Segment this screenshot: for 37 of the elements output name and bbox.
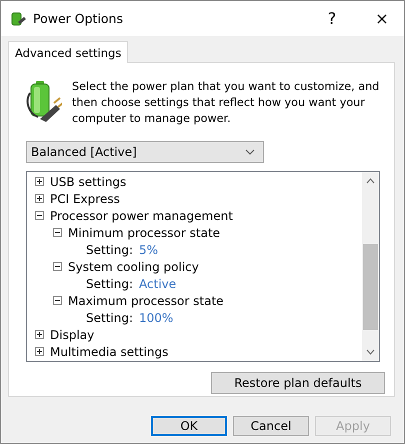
collapse-icon[interactable] xyxy=(53,262,62,271)
intro-text: Select the power plan that you want to customize, and then choose settings that reflect how you want your computer to manage power. xyxy=(72,79,380,127)
help-button[interactable]: ? xyxy=(310,4,354,34)
battery-plug-icon xyxy=(9,10,27,26)
scrollbar[interactable] xyxy=(362,172,379,361)
scroll-down-icon[interactable] xyxy=(366,349,375,355)
setting-value[interactable]: 5% xyxy=(139,242,158,256)
setting-label: Setting: xyxy=(86,310,134,324)
tab[interactable]: Advanced settings xyxy=(8,41,128,63)
expand-icon[interactable] xyxy=(35,347,44,356)
window-title: Power Options xyxy=(33,11,124,26)
tree-item[interactable]: Display xyxy=(50,328,94,342)
collapse-icon[interactable] xyxy=(35,211,44,220)
tree-item[interactable]: Multimedia settings xyxy=(50,344,168,358)
dialog-button[interactable]: OK xyxy=(151,416,227,436)
battery-plug-icon xyxy=(26,79,62,123)
close-button[interactable]: × xyxy=(360,4,404,34)
tree-item[interactable]: USB settings xyxy=(50,174,126,188)
setting-label: Setting: xyxy=(86,276,134,290)
tree-item[interactable]: Maximum processor state xyxy=(68,294,224,308)
dialog-button[interactable]: Cancel xyxy=(233,416,309,436)
setting-value[interactable]: 100% xyxy=(139,310,174,324)
setting-label: Setting: xyxy=(86,242,134,256)
tree-item[interactable]: PCI Express xyxy=(50,192,120,206)
restore-defaults-button[interactable]: Restore plan defaults xyxy=(211,372,385,394)
tree-item[interactable]: Minimum processor state xyxy=(68,226,220,240)
chevron-down-icon xyxy=(245,149,255,155)
setting-value[interactable]: Active xyxy=(139,276,176,290)
expand-icon[interactable] xyxy=(35,330,44,339)
tree-item[interactable]: System cooling policy xyxy=(68,260,199,274)
expand-icon[interactable] xyxy=(35,177,44,186)
scroll-up-icon[interactable] xyxy=(366,178,375,184)
collapse-icon[interactable] xyxy=(53,228,62,237)
plan-dropdown[interactable]: Balanced [Active] xyxy=(26,141,264,163)
tree-item[interactable]: Processor power management xyxy=(50,208,233,222)
expand-icon[interactable] xyxy=(35,194,44,203)
collapse-icon[interactable] xyxy=(53,296,62,305)
